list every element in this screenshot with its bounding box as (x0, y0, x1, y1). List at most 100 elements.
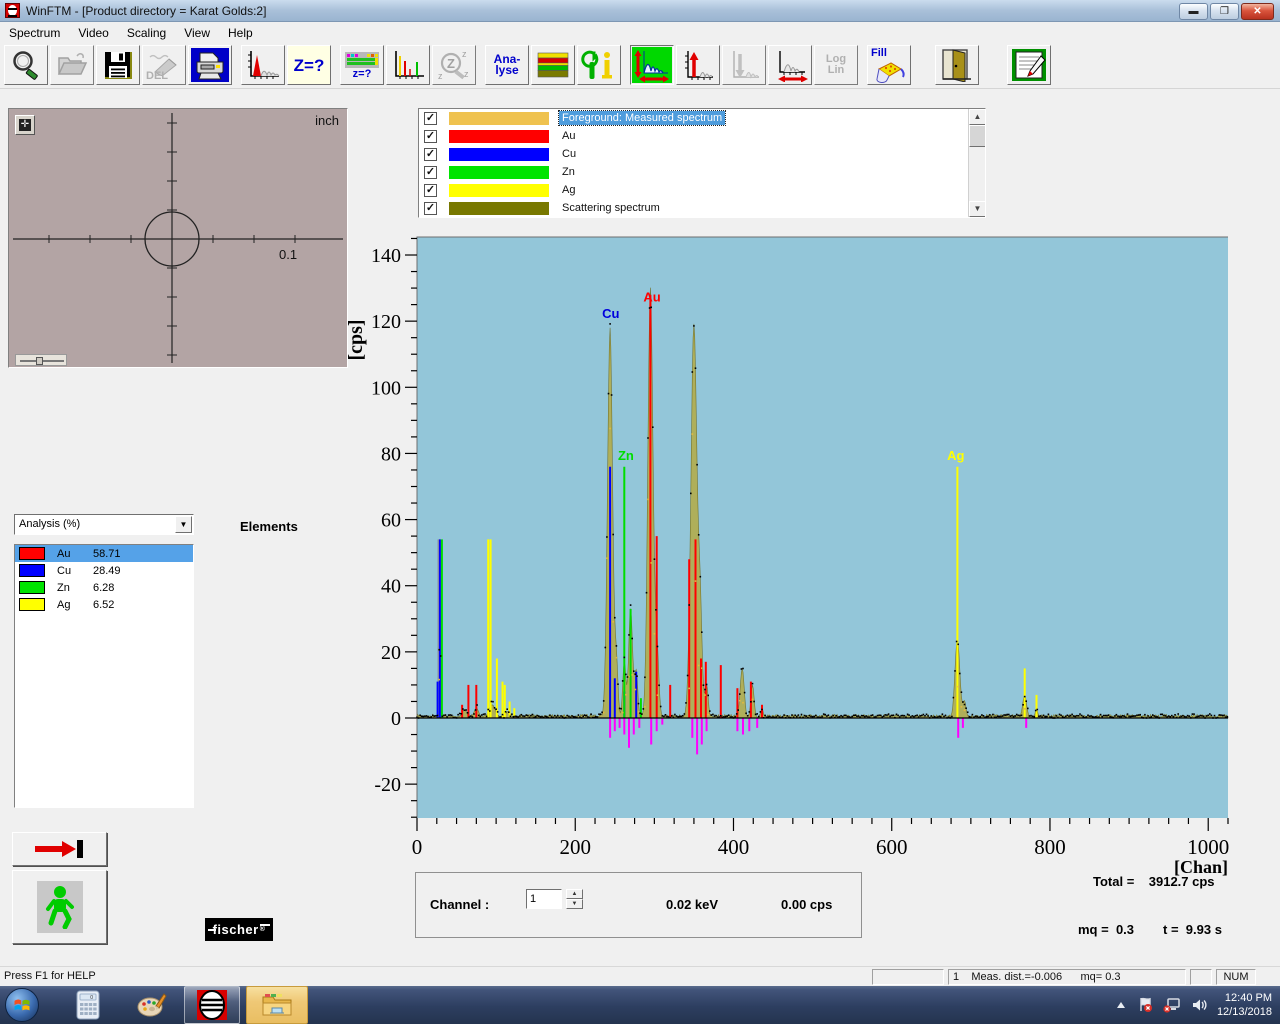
element-lines-button[interactable] (386, 45, 430, 85)
spectrum-peak-button[interactable] (241, 45, 285, 85)
svg-text:0: 0 (391, 708, 401, 730)
autoscale-icon (632, 47, 672, 83)
menu-view[interactable]: View (175, 24, 219, 42)
notes-button[interactable] (1007, 45, 1051, 85)
scroll-up-icon[interactable]: ▲ (969, 109, 986, 125)
result-row-cu[interactable]: Cu28.49 (15, 562, 193, 579)
taskbar-winftm[interactable] (184, 986, 240, 1024)
wrench-info-icon (581, 49, 617, 81)
legend-color-swatch (449, 184, 549, 197)
start-measurement-button[interactable] (12, 832, 107, 866)
log-lin-button[interactable]: LogLin (814, 45, 858, 85)
arrow-x-scale-icon (772, 48, 808, 82)
scale-y-button[interactable] (676, 45, 720, 85)
analysis-mode-select[interactable]: Analysis (%) ▼ (14, 514, 194, 535)
svg-text:z: z (464, 69, 469, 79)
element-color-swatch (19, 547, 45, 560)
menu-video[interactable]: Video (69, 24, 117, 42)
exit-button[interactable] (935, 45, 979, 85)
menu-scaling[interactable]: Scaling (118, 24, 175, 42)
combo-dropdown-icon[interactable]: ▼ (175, 516, 192, 533)
stage-center-button[interactable]: ✛ (15, 115, 35, 135)
analyse-button[interactable]: Ana-lyse (485, 45, 529, 85)
svg-text:z: z (462, 49, 467, 59)
z-zoom-button[interactable]: Zzzz (432, 45, 476, 85)
hidden-icons-icon[interactable] (1115, 1000, 1127, 1010)
result-row-ag[interactable]: Ag6.52 (15, 596, 193, 613)
menubar: SpectrumVideoScalingViewHelp (0, 23, 1280, 42)
legend-scrollbar[interactable]: ▲ ▼ (968, 109, 985, 217)
printer-icon (191, 48, 229, 82)
legend-item-4[interactable]: ✓ Ag (419, 181, 968, 199)
legend-checkbox[interactable]: ✓ (424, 112, 437, 125)
print-button[interactable] (188, 45, 232, 85)
legend-item-1[interactable]: ✓ Au (419, 127, 968, 145)
measure-time: t = 9.93 s (1163, 922, 1222, 937)
scale-x-button[interactable] (768, 45, 812, 85)
menu-spectrum[interactable]: Spectrum (0, 24, 69, 42)
legend-item-2[interactable]: ✓ Cu (419, 145, 968, 163)
legend-label[interactable]: Ag (559, 183, 578, 197)
restore-button[interactable]: ❐ (1210, 3, 1239, 20)
autoscale-button[interactable] (630, 45, 674, 85)
legend-checkbox[interactable]: ✓ (424, 148, 437, 161)
taskbar-clock[interactable]: 12:40 PM 12/13/2018 (1217, 991, 1272, 1019)
legend-checkbox[interactable]: ✓ (424, 202, 437, 215)
legend-label[interactable]: Scattering spectrum (559, 201, 663, 215)
legend-label[interactable]: Zn (559, 165, 578, 179)
svg-text:0: 0 (90, 995, 93, 1001)
identify-z-button[interactable]: Z=? (287, 45, 331, 85)
zoom-button[interactable] (4, 45, 48, 85)
open-button[interactable] (50, 45, 94, 85)
result-row-au[interactable]: Au58.71 (15, 545, 193, 562)
minimize-button[interactable]: ▬ (1179, 3, 1208, 20)
legend-label[interactable]: Cu (559, 147, 579, 161)
delete-button[interactable]: DEL (142, 45, 186, 85)
legend-checkbox[interactable]: ✓ (424, 130, 437, 143)
legend-label[interactable]: Au (559, 129, 578, 143)
winftm-icon (196, 989, 228, 1021)
speaker-icon[interactable] (1191, 997, 1207, 1013)
network-error-icon[interactable] (1163, 997, 1181, 1013)
legend-item-3[interactable]: ✓ Zn (419, 163, 968, 181)
save-button[interactable] (96, 45, 140, 85)
legend-item-5[interactable]: ✓ Scattering spectrum (419, 199, 968, 217)
spectrum-chart[interactable]: 02004006008001000-20020406080100120140[c… (345, 232, 1240, 882)
setup-info-button[interactable] (577, 45, 621, 85)
svg-text:Zn: Zn (618, 448, 634, 463)
video-unit-label: inch (315, 113, 339, 128)
result-row-zn[interactable]: Zn6.28 (15, 579, 193, 596)
legend-checkbox[interactable]: ✓ (424, 184, 437, 197)
legend-label[interactable]: Foreground: Measured spectrum (559, 111, 725, 125)
action-center-flag-icon[interactable] (1137, 997, 1153, 1013)
close-button[interactable]: ✕ (1241, 3, 1274, 20)
fill-label: Fill (871, 48, 887, 59)
analysis-results-list[interactable]: Au58.71Cu28.49Zn6.28Ag6.52 (14, 544, 194, 808)
fill-button[interactable]: Fill (867, 45, 911, 85)
auto-run-button[interactable] (12, 870, 107, 944)
legend-color-swatch (449, 202, 549, 215)
legend-item-0[interactable]: ✓ Foreground: Measured spectrum (419, 109, 968, 127)
video-stage-panel[interactable]: inch 0.1 ✛ (8, 108, 348, 368)
channel-input[interactable]: 1 (526, 889, 562, 909)
video-zoom-slider[interactable] (15, 354, 67, 366)
spinner-up-icon[interactable]: ▲ (566, 889, 583, 899)
spinner-down-icon[interactable]: ▼ (566, 899, 583, 909)
taskbar-explorer[interactable] (246, 986, 308, 1024)
legend-checkbox[interactable]: ✓ (424, 166, 437, 179)
menu-help[interactable]: Help (219, 24, 262, 42)
scale-y-down-button[interactable] (722, 45, 766, 85)
taskbar-paint[interactable] (126, 986, 178, 1024)
periodic-table-button[interactable]: z=? (340, 45, 384, 85)
element-color-swatch (19, 598, 45, 611)
layers-button[interactable] (531, 45, 575, 85)
slider-thumb[interactable] (36, 357, 43, 365)
fischer-logo: fischer® (205, 918, 273, 941)
spectra-legend: ✓Foreground: Measured spectrum✓Au✓Cu✓Zn✓… (418, 108, 986, 218)
start-button[interactable] (5, 988, 39, 1022)
taskbar-calculator[interactable]: 0 (62, 986, 114, 1024)
channel-spinner[interactable]: 1 ▲ ▼ (526, 889, 562, 909)
scroll-down-icon[interactable]: ▼ (969, 201, 986, 217)
svg-text:Au: Au (643, 289, 660, 304)
scrollbar-thumb[interactable] (969, 125, 986, 147)
